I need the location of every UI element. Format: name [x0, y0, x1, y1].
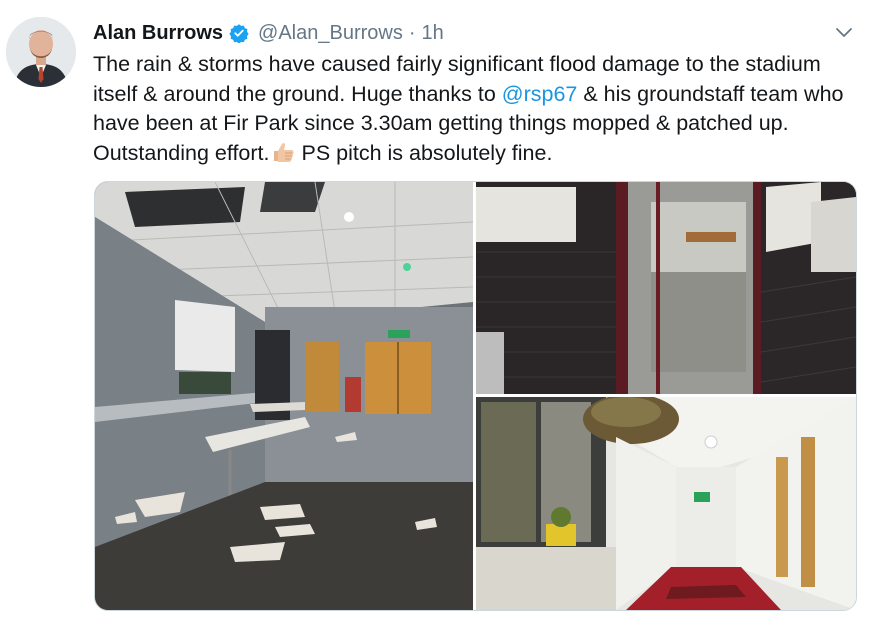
- separator-dot: ·: [408, 21, 416, 44]
- mention-link[interactable]: @rsp67: [502, 82, 578, 106]
- display-name[interactable]: Alan Burrows: [93, 22, 223, 45]
- verified-badge-icon: [229, 24, 249, 43]
- tweet-header: Alan Burrows @Alan_Burrows · 1h: [93, 20, 856, 46]
- user-handle[interactable]: @Alan_Burrows: [258, 22, 403, 45]
- avatar[interactable]: [6, 17, 76, 87]
- chevron-down-icon[interactable]: [834, 22, 854, 42]
- thumbs-up-icon: [273, 142, 294, 162]
- photo-flooded-corridor-door[interactable]: [476, 182, 856, 394]
- photo-damaged-room[interactable]: [95, 182, 473, 610]
- photo-corridor-ceiling-damage[interactable]: [476, 397, 856, 610]
- tweet-text: The rain & storms have caused fairly sig…: [93, 50, 868, 168]
- timestamp[interactable]: 1h: [422, 22, 444, 45]
- media-grid: [94, 181, 857, 611]
- tweet-text-part3: PS pitch is absolutely fine.: [295, 140, 553, 165]
